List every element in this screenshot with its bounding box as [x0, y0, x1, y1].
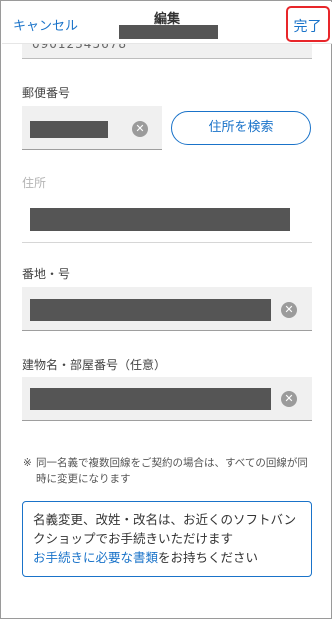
notice-text: ※ 同一名義で複数回線をご契約の場合は、すべての回線が同時に変更になります — [23, 455, 313, 487]
address-label: 住所 — [22, 176, 47, 190]
title-redacted-subtitle — [119, 25, 218, 39]
screen-frame: 09012345678 キャンセル 編集 完了 郵便番号 ✕ 住所を検索 住所 … — [0, 0, 332, 619]
address-redacted-value — [30, 208, 290, 231]
street-number-label: 番地・号 — [22, 267, 71, 281]
building-field[interactable]: ✕ — [22, 377, 312, 421]
header-bar: キャンセル 編集 完了 — [2, 2, 332, 44]
note-body: 同一名義で複数回線をご契約の場合は、すべての回線が同時に変更になります — [36, 457, 308, 485]
note-mark: ※ — [23, 457, 32, 469]
address-search-button[interactable]: 住所を検索 — [171, 111, 311, 145]
postal-code-redacted-value — [30, 121, 108, 138]
postal-code-label: 郵便番号 — [22, 86, 71, 100]
clear-icon[interactable]: ✕ — [132, 121, 148, 137]
info-box: 名義変更、改姓・改名は、お近くのソフトバンクショップでお手続きいただけます お手… — [22, 501, 312, 577]
address-field — [22, 199, 312, 243]
info-text: 名義変更、改姓・改名は、お近くのソフトバンクショップでお手続きいただけます — [33, 512, 297, 546]
street-number-redacted-value — [30, 299, 271, 321]
clear-icon[interactable]: ✕ — [281, 302, 297, 318]
done-button[interactable]: 完了 — [288, 16, 327, 36]
required-documents-link[interactable]: お手続きに必要な書類 — [33, 550, 158, 565]
building-redacted-value — [30, 388, 271, 410]
done-highlight: 完了 — [286, 6, 330, 42]
building-label: 建物名・部屋番号（任意） — [22, 358, 167, 372]
postal-code-field[interactable]: ✕ — [22, 106, 162, 150]
info-text-tail: をお持ちください — [158, 550, 259, 565]
clear-icon[interactable]: ✕ — [281, 391, 297, 407]
street-number-field[interactable]: ✕ — [22, 287, 312, 331]
